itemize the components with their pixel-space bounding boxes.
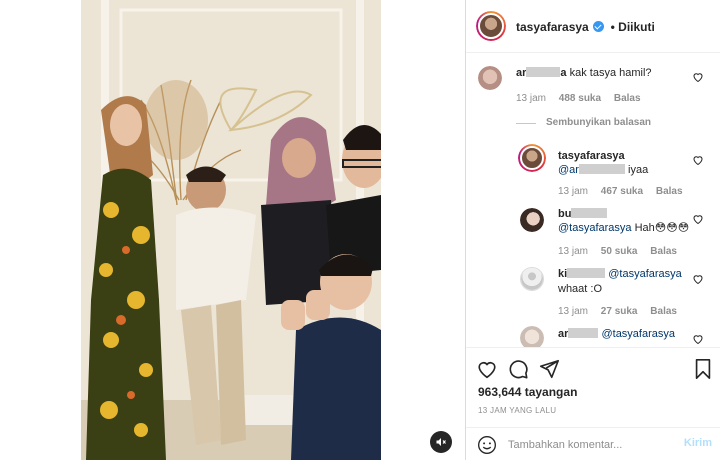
author-avatar[interactable] <box>476 11 506 41</box>
comment: ar a kak tasya hamil? <box>516 66 652 80</box>
mute-button[interactable] <box>430 431 452 453</box>
reply-avatar[interactable] <box>518 144 546 172</box>
redacted-name <box>571 208 608 218</box>
reply-username[interactable]: ki <box>558 268 606 280</box>
mention-link[interactable]: @tasyafarasya <box>558 222 632 234</box>
reply-button[interactable]: Balas <box>650 246 677 257</box>
comment-username[interactable]: ar a <box>516 67 567 79</box>
reply-likes[interactable]: 467 suka <box>601 186 643 197</box>
post-details-panel: tasyafarasya • Diikuti ar a kak tasya ham… <box>466 0 720 460</box>
reply-meta: 13 jam 50 suka Balas <box>558 246 687 257</box>
reply-like-heart-icon[interactable] <box>692 273 704 285</box>
hide-replies-button[interactable]: Sembunyikan balasan <box>546 117 651 128</box>
reply-like-heart-icon[interactable] <box>692 333 704 345</box>
comment-avatar[interactable] <box>478 66 502 90</box>
comment-meta: 13 jam 488 suka Balas <box>516 93 651 104</box>
mention-link[interactable]: @tasyafarasya <box>601 328 675 340</box>
mention-link[interactable]: @ar <box>558 164 625 176</box>
reply-username[interactable]: ar <box>558 328 599 340</box>
speaker-muted-icon <box>436 438 446 446</box>
reply-text: @ar iyaa <box>558 164 649 176</box>
video-frame-illustration <box>81 0 381 460</box>
video-player[interactable] <box>81 0 381 460</box>
post-header: tasyafarasya • Diikuti <box>466 0 720 53</box>
post-media <box>0 0 465 460</box>
comment-text: kak tasya hamil? <box>569 67 652 79</box>
follow-status[interactable]: • Diikuti <box>611 20 655 34</box>
reply-likes[interactable]: 27 suka <box>601 306 638 317</box>
reply-meta: 13 jam 27 suka Balas <box>558 306 687 317</box>
redacted-name <box>526 67 561 77</box>
reply-username[interactable]: bu <box>558 207 608 221</box>
comment-like-heart-icon[interactable] <box>692 71 704 83</box>
heart-icon[interactable] <box>476 358 498 380</box>
smiley-icon[interactable] <box>477 435 497 455</box>
comment-time[interactable]: 13 jam <box>516 93 546 104</box>
reply-avatar[interactable] <box>520 267 544 291</box>
comments-list: ar a kak tasya hamil? 13 jam 488 suka Bal… <box>466 53 720 347</box>
author-info: tasyafarasya • Diikuti <box>516 18 655 36</box>
reply-text: @tasyafarasya Hah😳😳😳 <box>558 222 690 234</box>
comment-input[interactable] <box>506 436 670 454</box>
reply-meta: 13 jam 467 suka Balas <box>558 186 693 197</box>
reply-time[interactable]: 13 jam <box>558 306 588 317</box>
redacted-name <box>578 164 625 174</box>
hide-replies-line <box>516 123 536 124</box>
reply-text: ar @tasyafarasya <box>558 327 675 341</box>
author-username[interactable]: tasyafarasya <box>516 20 589 34</box>
reply-avatar[interactable] <box>520 208 544 232</box>
view-count: 963,644 tayangan <box>478 385 578 399</box>
post-timestamp[interactable]: 13 JAM YANG LALU <box>478 406 556 415</box>
reply-text-body: whaat :O <box>558 283 603 295</box>
post-actions: 963,644 tayangan 13 JAM YANG LALU <box>466 347 720 428</box>
reply-button[interactable]: Balas <box>656 186 683 197</box>
reply-button[interactable]: Balas <box>614 93 641 104</box>
comment-likes[interactable]: 488 suka <box>559 93 601 104</box>
comment-icon[interactable] <box>507 358 529 380</box>
bookmark-icon[interactable] <box>692 358 714 380</box>
reply-time[interactable]: 13 jam <box>558 186 588 197</box>
redacted-name <box>568 328 599 338</box>
reply-button[interactable]: Balas <box>650 306 677 317</box>
reply-like-heart-icon[interactable] <box>692 213 704 225</box>
verified-badge-icon <box>593 21 605 32</box>
redacted-name <box>567 268 606 278</box>
comment-composer: Kirim <box>466 427 720 461</box>
reply-like-heart-icon[interactable] <box>692 154 704 166</box>
reply-avatar[interactable] <box>520 326 544 347</box>
mention-link[interactable]: @tasyafarasya <box>608 268 682 280</box>
reply-text: ki @tasyafarasya <box>558 267 682 281</box>
post-comment-button[interactable]: Kirim <box>684 437 712 449</box>
paper-plane-icon[interactable] <box>538 358 560 380</box>
reply-likes[interactable]: 50 suka <box>601 246 638 257</box>
reply-username[interactable]: tasyafarasya <box>558 149 625 163</box>
reply-time[interactable]: 13 jam <box>558 246 588 257</box>
